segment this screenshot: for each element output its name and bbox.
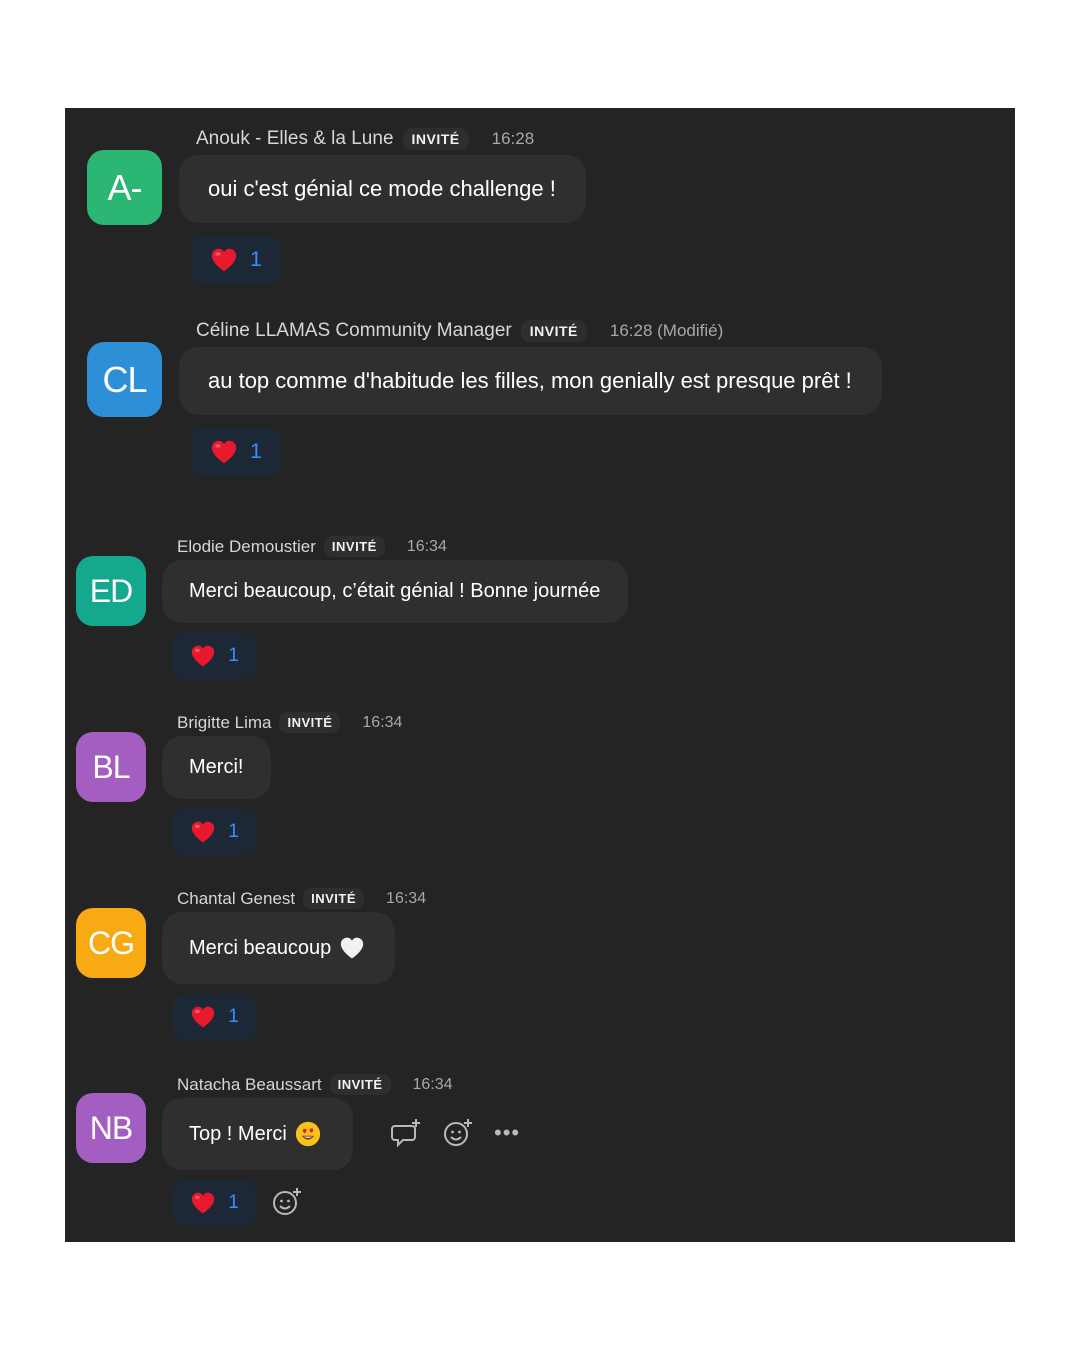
- sender-name[interactable]: Céline LLAMAS Community Manager: [196, 320, 512, 342]
- timestamp: 16:34: [362, 713, 403, 731]
- message-text: Merci beaucoup: [189, 936, 332, 959]
- message-header: Chantal Genest INVITÉ 16:34: [177, 888, 426, 909]
- avatar-initials: CL: [102, 358, 147, 400]
- heart-icon: [192, 821, 215, 843]
- message-hover-toolbar: •••: [390, 1117, 520, 1149]
- add-reaction-icon[interactable]: [271, 1186, 303, 1218]
- avatar[interactable]: ED: [76, 556, 146, 626]
- avatar[interactable]: NB: [76, 1093, 146, 1163]
- reaction-chip[interactable]: 1: [173, 994, 256, 1040]
- heart-eyes-emoji: [295, 1121, 320, 1147]
- message-text: Top ! Merci: [189, 1122, 287, 1145]
- reaction-chip[interactable]: 1: [191, 235, 281, 285]
- reaction-count: 1: [228, 821, 239, 842]
- reaction-count: 1: [250, 248, 262, 271]
- heart-icon: [192, 645, 215, 667]
- message-text: Merci!: [189, 756, 244, 778]
- reaction-chip[interactable]: 1: [173, 809, 256, 855]
- reaction-count: 1: [228, 1006, 239, 1027]
- guest-badge: INVITÉ: [303, 888, 365, 909]
- avatar-initials: CG: [88, 924, 135, 961]
- message-text: au top comme d'habitude les filles, mon …: [208, 368, 852, 393]
- reaction-chip[interactable]: 1: [191, 427, 281, 477]
- message-bubble[interactable]: au top comme d'habitude les filles, mon …: [179, 347, 882, 415]
- message-header: Natacha Beaussart INVITÉ 16:34: [177, 1074, 453, 1095]
- message-bubble[interactable]: Merci!: [162, 736, 272, 799]
- timestamp: 16:28: [491, 129, 535, 148]
- message-header: Elodie Demoustier INVITÉ 16:34: [177, 536, 447, 557]
- sender-name[interactable]: Elodie Demoustier: [177, 537, 316, 557]
- message-bubble[interactable]: Merci beaucoup: [162, 912, 396, 984]
- sender-name[interactable]: Natacha Beaussart: [177, 1075, 322, 1095]
- avatar[interactable]: CG: [76, 908, 146, 978]
- avatar-initials: BL: [92, 748, 130, 785]
- message-header: Céline LLAMAS Community Manager INVITÉ 1…: [196, 320, 723, 342]
- message-header: Brigitte Lima INVITÉ 16:34: [177, 712, 402, 733]
- reaction-count: 1: [250, 440, 262, 463]
- heart-icon: [212, 440, 237, 464]
- heart-icon: [192, 1192, 215, 1214]
- guest-badge: INVITÉ: [329, 1074, 391, 1095]
- avatar[interactable]: BL: [76, 732, 146, 802]
- guest-badge: INVITÉ: [279, 712, 341, 733]
- avatar-initials: A-: [107, 166, 143, 208]
- message-bubble[interactable]: Top ! Merci: [162, 1098, 353, 1170]
- reaction-chip[interactable]: 1: [173, 633, 256, 679]
- avatar-initials: ED: [89, 572, 133, 609]
- add-reaction-icon[interactable]: [442, 1117, 474, 1149]
- reaction-count: 1: [228, 1192, 239, 1213]
- sender-name[interactable]: Chantal Genest: [177, 889, 295, 909]
- sender-name[interactable]: Brigitte Lima: [177, 713, 271, 733]
- guest-badge: INVITÉ: [520, 320, 587, 342]
- guest-badge: INVITÉ: [323, 536, 385, 557]
- timestamp: 16:34: [406, 537, 447, 555]
- avatar[interactable]: CL: [87, 342, 162, 417]
- more-options-icon[interactable]: •••: [494, 1122, 520, 1144]
- heart-icon: [192, 1006, 215, 1028]
- reaction-count: 1: [228, 645, 239, 666]
- avatar-initials: NB: [89, 1109, 133, 1146]
- timestamp: 16:34: [412, 1075, 453, 1093]
- message-bubble[interactable]: oui c'est génial ce mode challenge !: [179, 155, 586, 223]
- heart-icon: [212, 248, 237, 272]
- message-bubble[interactable]: Merci beaucoup, c’était génial ! Bonne j…: [162, 560, 629, 623]
- message-text: oui c'est génial ce mode challenge !: [208, 176, 556, 201]
- avatar[interactable]: A-: [87, 150, 162, 225]
- timestamp: 16:34: [386, 889, 427, 907]
- chat-panel: A- Anouk - Elles & la Lune INVITÉ 16:28 …: [65, 108, 1015, 1242]
- message-text: Merci beaucoup, c’était génial ! Bonne j…: [189, 580, 601, 602]
- guest-badge: INVITÉ: [402, 128, 469, 150]
- message-header: Anouk - Elles & la Lune INVITÉ 16:28: [196, 128, 534, 150]
- timestamp: 16:28 (Modifié): [609, 321, 724, 340]
- sender-name[interactable]: Anouk - Elles & la Lune: [196, 128, 394, 150]
- reply-in-thread-icon[interactable]: [390, 1117, 422, 1149]
- white-heart-icon: [341, 937, 364, 959]
- reaction-chip[interactable]: 1: [173, 1180, 256, 1226]
